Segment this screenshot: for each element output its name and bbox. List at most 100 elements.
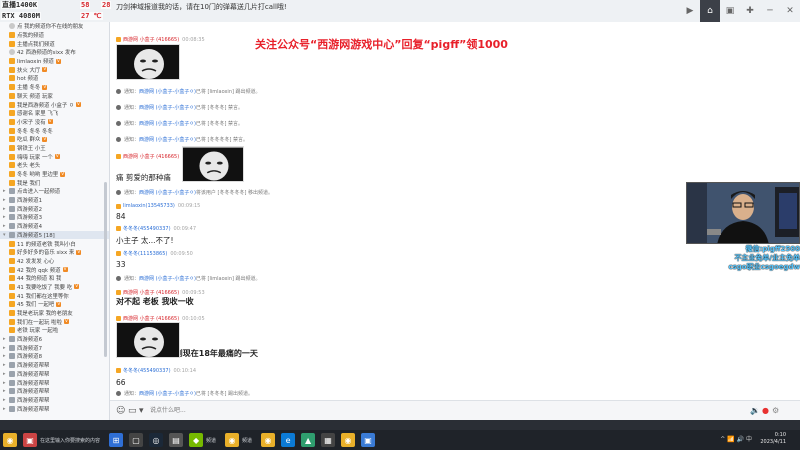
sidebar-row[interactable]: 主播 冬冬 V	[0, 83, 109, 92]
app-icon-5[interactable]: ▲	[301, 433, 316, 447]
vip-badge: V	[42, 136, 48, 142]
sidebar-row[interactable]: ▸ 点击进入一起频道	[0, 187, 109, 196]
sidebar-row[interactable]: 冬冬 冬冬 冬冬	[0, 126, 109, 135]
app-icon-6[interactable]: ▦	[321, 433, 336, 447]
folder-icon[interactable]: ▤	[169, 433, 184, 447]
message-nickname[interactable]: 冬冬冬(455490337)	[123, 225, 171, 232]
sidebar-row[interactable]: 冬冬 哟哟 里边里 V	[0, 170, 109, 179]
sidebar-row[interactable]: ▸ 西游频道帮帮	[0, 404, 109, 413]
notice-icon	[116, 105, 121, 110]
notice-actor[interactable]: 西游网 (小盒子-小盒子ㅇ)	[139, 136, 196, 143]
volume-icon[interactable]: 🔉	[750, 406, 760, 416]
notice-prefix: 通知：	[124, 190, 140, 196]
stat-readout: 27 ℃	[80, 12, 103, 20]
app-icon-4[interactable]: ◉	[261, 433, 276, 447]
sidebar-row[interactable]: ▸ 西游频道帮帮	[0, 378, 109, 387]
sidebar-row[interactable]: 我们在一起玩 啦啦 V	[0, 317, 109, 326]
app-icon-2[interactable]: ▣	[23, 433, 37, 447]
message-nickname[interactable]: 西游网 小盒子 (416665)	[123, 36, 179, 43]
sidebar-row[interactable]: hot 频道	[0, 74, 109, 83]
sidebar-row[interactable]: ▸ 西游频道6	[0, 335, 109, 344]
record-icon[interactable]: ▶	[680, 0, 700, 22]
sidebar-row[interactable]: 老头 老头	[0, 161, 109, 170]
sidebar-row[interactable]: 我是 我们	[0, 178, 109, 187]
message-nickname[interactable]: 冬冬冬(11153865)	[123, 250, 167, 257]
sidebar-row[interactable]: 聊天 频道 玩家	[0, 92, 109, 101]
sidebar-row[interactable]: ▾ 西游频道5 [18]	[0, 230, 109, 240]
sidebar-row[interactable]: 11 的频道老铁 我叫小白	[0, 239, 109, 248]
windows-start-icon[interactable]: ⊞	[109, 433, 124, 447]
sidebar-scrollbar[interactable]	[104, 182, 107, 357]
channel-icon	[9, 336, 15, 343]
sidebar-row[interactable]: 小宋子 没有 V	[0, 118, 109, 127]
app-icon-8[interactable]: ▣	[361, 433, 376, 447]
message-nickname[interactable]: 冬冬冬(455490337)	[123, 367, 171, 374]
settings-icon[interactable]: ⚙	[772, 406, 779, 416]
taskbar-clock[interactable]: 0:10 2023/4/11	[760, 432, 786, 446]
notice-actor[interactable]: 西游网 (小盒子-小盒子ㅇ)	[139, 88, 196, 95]
sidebar-row[interactable]: 44 我的频道 和 我	[0, 274, 109, 283]
sidebar-row[interactable]: 好多好多的音乐 sixx 来V	[0, 248, 109, 257]
sidebar-row[interactable]: 点 我的频道你不在线的朋友	[0, 22, 109, 31]
edge-icon[interactable]: e	[281, 433, 296, 447]
sidebar-row[interactable]: ▸ 西游频道帮帮	[0, 361, 109, 370]
window-icon[interactable]: ▣	[720, 0, 740, 22]
sidebar-row[interactable]: ▸ 西游频道4	[0, 222, 109, 231]
chat-input[interactable]	[150, 406, 670, 416]
taskbar-app-label-2[interactable]: 频道	[242, 437, 252, 444]
close-icon[interactable]: ✕	[780, 0, 800, 22]
notice-actor[interactable]: 西游网 (小盒子-小盒子ㅇ)	[139, 275, 196, 282]
sidebar-row[interactable]: ▸ 西游频道1	[0, 196, 109, 205]
sidebar-row[interactable]: 45 我们 一起吧 V	[0, 300, 109, 309]
sidebar-row[interactable]: ▸ 西游频道帮帮	[0, 370, 109, 379]
sidebar-row[interactable]: 42 发发发 心心	[0, 257, 109, 266]
dropdown-icon[interactable]: ▾	[139, 406, 144, 416]
sidebar-row[interactable]: 我是老玩家 我的老朋友	[0, 309, 109, 318]
sidebar-row[interactable]: ▸ 西游频道7	[0, 343, 109, 352]
user-icon	[9, 266, 15, 273]
sidebar-row[interactable]: 嗨嗨 玩家 一个 V	[0, 152, 109, 161]
steam-icon[interactable]: ◎	[149, 433, 164, 447]
taskbar-search[interactable]: 在这里输入你要搜索的内容	[40, 437, 100, 444]
sidebar-row[interactable]: ▸ 西游频道3	[0, 213, 109, 222]
message-nickname[interactable]: 西游网 小盒子 (416665)	[123, 289, 179, 296]
sidebar-row[interactable]: 感谢名 家里 飞飞	[0, 109, 109, 118]
message-nickname[interactable]: 西游网 小盒子 (416665)	[123, 315, 179, 322]
sidebar-row[interactable]: ▸ 西游频道帮帮	[0, 387, 109, 396]
sidebar-row-label: 西游频道1	[17, 198, 42, 205]
minimize-icon[interactable]: ─	[760, 0, 780, 22]
notice-actor[interactable]: 西游网 (小盒子-小盒子ㅇ)	[139, 390, 196, 397]
nvidia-icon[interactable]: ◆	[189, 433, 204, 447]
sidebar-row[interactable]: ▸ 西游频道8	[0, 352, 109, 361]
message-nickname[interactable]: limlaoxin(13545733)	[123, 203, 175, 209]
sidebar-row[interactable]: 我是西游频道 小盒子 ㅇV	[0, 100, 109, 109]
home-icon[interactable]: ⌂	[700, 0, 720, 22]
sidebar-row[interactable]: 吃瓜 群众 V	[0, 135, 109, 144]
taskbar-app-label[interactable]: 频道	[206, 437, 216, 444]
gamepad-icon[interactable]: ✚	[740, 0, 760, 22]
sidebar-row[interactable]: ▸ 西游频道2	[0, 204, 109, 213]
sidebar-row[interactable]: 点我的频道	[0, 31, 109, 40]
emoji-icon[interactable]: ☺	[116, 406, 125, 416]
notice-actor[interactable]: 西游网 (小盒子-小盒子ㅇ)	[139, 189, 196, 196]
message-nickname[interactable]: 西游网 小盒子 (416665)	[123, 153, 179, 160]
sidebar-row[interactable]: 42 西游频道的sixx 发布	[0, 48, 109, 57]
sidebar-row[interactable]: 钢铁王 小王	[0, 144, 109, 153]
sidebar-row[interactable]: ▸ 西游频道帮帮	[0, 396, 109, 405]
app-icon-3[interactable]: ◉	[225, 433, 240, 447]
image-icon[interactable]: ▭	[128, 406, 137, 416]
sidebar-row[interactable]: 41 我要吃饭了 我要 吃V	[0, 283, 109, 292]
task-view-icon[interactable]: ▢	[129, 433, 144, 447]
app-icon-1[interactable]: ◉	[3, 433, 17, 447]
sidebar-row[interactable]: 41 我们都在这里等你	[0, 291, 109, 300]
sidebar-row[interactable]: 老铁 玩家 一起啦	[0, 326, 109, 335]
system-tray[interactable]: ^ 📶 🔊 中	[720, 434, 752, 443]
sidebar-row[interactable]: 主播点我们频道	[0, 39, 109, 48]
mic-icon[interactable]: ●	[762, 406, 769, 416]
sidebar-row[interactable]: 扶火 大厅 V	[0, 65, 109, 74]
sidebar-row[interactable]: 42 我的 qqk 频道 V	[0, 265, 109, 274]
notice-actor[interactable]: 西游网 (小盒子-小盒子ㅇ)	[139, 104, 196, 111]
app-icon-7[interactable]: ◉	[341, 433, 356, 447]
sidebar-row[interactable]: Iimlaoxin 频道 V	[0, 57, 109, 66]
notice-actor[interactable]: 西游网 (小盒子-小盒子ㅇ)	[139, 120, 196, 127]
